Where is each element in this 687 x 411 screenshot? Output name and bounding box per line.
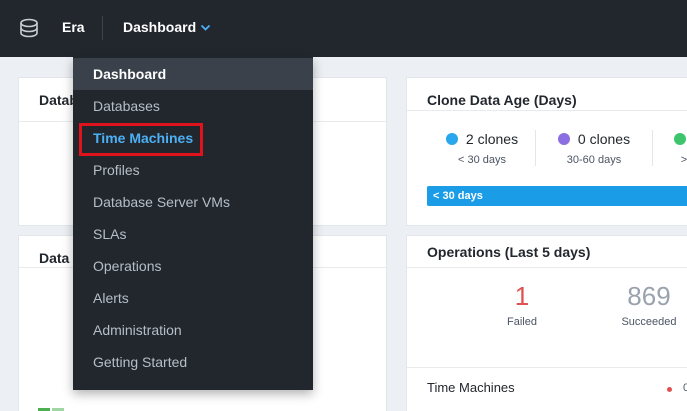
legend-item-over-60: > <box>669 130 687 166</box>
operations-card: Operations (Last 5 days) 1 Failed 869 Su… <box>406 235 687 411</box>
card-title-clone-age: Clone Data Age (Days) <box>427 92 577 108</box>
failed-label: Failed <box>507 316 537 328</box>
operations-succeeded[interactable]: 869 Succeeded <box>607 281 687 328</box>
menu-item-slas[interactable]: SLAs <box>73 218 313 250</box>
menu-item-profiles[interactable]: Profiles <box>73 154 313 186</box>
menu-item-time-machines[interactable]: Time Machines <box>73 122 313 154</box>
database-icon <box>20 18 38 38</box>
menu-item-databases[interactable]: Databases <box>73 90 313 122</box>
legend-count: 0 clones <box>577 130 631 147</box>
menu-item-getting-started[interactable]: Getting Started <box>73 346 313 378</box>
dashboard-dropdown-menu: Dashboard Databases Time Machines Profil… <box>73 57 313 390</box>
operations-failed[interactable]: 1 Failed <box>487 281 557 328</box>
legend-separator <box>652 130 653 166</box>
menu-item-operations[interactable]: Operations <box>73 250 313 282</box>
nav-menu-dashboard[interactable]: Dashboard <box>123 19 196 35</box>
time-machines-value: 0 <box>683 382 687 394</box>
menu-item-alerts[interactable]: Alerts <box>73 282 313 314</box>
menu-item-dashboard[interactable]: Dashboard <box>73 58 313 90</box>
card-divider <box>407 110 687 111</box>
legend-separator <box>535 130 536 166</box>
status-dot-icon <box>667 387 672 392</box>
clone-data-age-card: Clone Data Age (Days) 2 clones < 30 days… <box>406 77 687 226</box>
chevron-down-icon[interactable] <box>200 24 211 32</box>
succeeded-label: Succeeded <box>621 316 677 328</box>
legend-count: 2 clones <box>465 130 519 147</box>
legend-item-30-60: 0 clones 30-60 days <box>549 130 639 166</box>
app-name: Era <box>62 19 85 35</box>
legend-item-under-30: 2 clones < 30 days <box>437 130 527 166</box>
menu-item-administration[interactable]: Administration <box>73 314 313 346</box>
top-navigation-bar: Era Dashboard <box>0 0 687 57</box>
menu-item-database-server-vms[interactable]: Database Server VMs <box>73 186 313 218</box>
legend-range: < 30 days <box>457 154 506 166</box>
legend-dot-icon <box>445 132 458 145</box>
legend-range: > <box>680 154 687 166</box>
clone-age-bar: < 30 days <box>427 186 687 206</box>
failed-count: 1 <box>514 281 530 311</box>
legend-dot-icon <box>557 132 570 145</box>
time-machines-row[interactable]: Time Machines 0 <box>407 367 687 411</box>
legend-dot-icon <box>674 132 686 145</box>
time-machines-label: Time Machines <box>427 380 515 395</box>
card-title-operations: Operations (Last 5 days) <box>427 244 591 260</box>
succeeded-count: 869 <box>627 281 671 311</box>
legend-range: 30-60 days <box>566 154 622 166</box>
card-divider <box>407 267 687 268</box>
header-divider <box>102 16 103 40</box>
